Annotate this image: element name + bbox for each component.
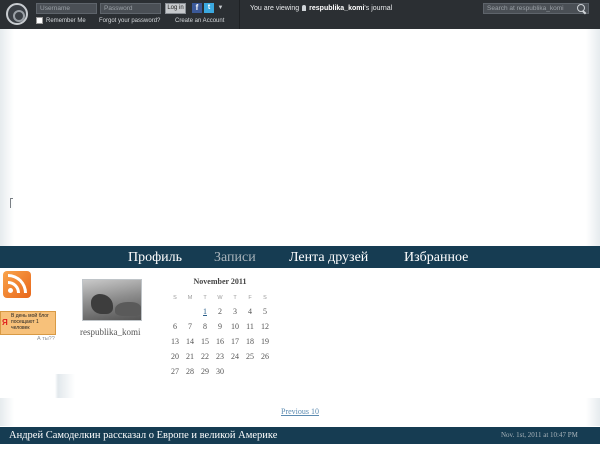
calendar-day: 20 bbox=[171, 352, 179, 361]
journal-nav: Профиль Записи Лента друзей Избранное bbox=[0, 246, 600, 268]
calendar-day: 16 bbox=[216, 337, 224, 346]
calendar-day: 22 bbox=[201, 352, 209, 361]
yandex-counter-widget[interactable]: Я В день мой блог посещают 1 человек bbox=[0, 311, 56, 335]
facebook-icon[interactable]: f bbox=[192, 3, 202, 13]
create-account-link[interactable]: Create an Account bbox=[175, 17, 224, 25]
calendar-title: November 2011 bbox=[193, 277, 247, 286]
profile-username[interactable]: respublika_komi bbox=[80, 327, 141, 338]
remember-me-label: Remember Me bbox=[46, 18, 86, 24]
nav-profile[interactable]: Профиль bbox=[128, 249, 182, 266]
calendar-day: 26 bbox=[261, 352, 269, 361]
calendar-day: 21 bbox=[186, 352, 194, 361]
top-bar: Username Password Log in f t ▼ Remember … bbox=[0, 0, 600, 29]
calendar-day: 17 bbox=[231, 337, 239, 346]
previous-10-link[interactable]: Previous 10 bbox=[281, 407, 319, 417]
calendar-day: 27 bbox=[171, 367, 179, 376]
weekday-label: F bbox=[248, 295, 252, 301]
calendar-day: 7 bbox=[188, 322, 192, 331]
calendar-week: 6 7 8 9 10 11 12 bbox=[168, 322, 272, 332]
calendar-day-link[interactable]: 1 bbox=[198, 307, 212, 317]
search-input[interactable]: Search at respublika_komi bbox=[483, 3, 589, 14]
weekday-label: T bbox=[233, 295, 237, 301]
calendar-day: 4 bbox=[248, 307, 252, 316]
remember-me-checkbox[interactable] bbox=[36, 17, 43, 24]
viewing-user-link[interactable]: respublika_komi bbox=[309, 5, 364, 12]
calendar-day: 24 bbox=[231, 352, 239, 361]
user-icon bbox=[302, 5, 307, 11]
search-icon[interactable] bbox=[577, 4, 585, 12]
header-corner-mark bbox=[10, 198, 13, 208]
calendar-day: 12 bbox=[261, 322, 269, 331]
calendar-day: 30 bbox=[216, 367, 224, 376]
calendar-day: 3 bbox=[233, 307, 237, 316]
calendar-day: 14 bbox=[186, 337, 194, 346]
calendar-day: 19 bbox=[261, 337, 269, 346]
nav-favorites[interactable]: Избранное bbox=[404, 249, 468, 266]
nav-friends-feed[interactable]: Лента друзей bbox=[289, 249, 368, 266]
weekday-label: T bbox=[203, 295, 207, 301]
yandex-counter-text: В день мой блог посещают 1 человек bbox=[11, 313, 49, 331]
journal-header bbox=[0, 29, 600, 246]
password-input[interactable]: Password bbox=[100, 3, 161, 14]
calendar-weekdays: S M T W T F S bbox=[168, 293, 272, 303]
calendar-week: 12 3 4 5 bbox=[168, 307, 272, 317]
userpic[interactable] bbox=[82, 279, 142, 321]
weekday-label: W bbox=[217, 295, 223, 301]
nav-entries[interactable]: Записи bbox=[214, 249, 256, 266]
calendar-day: 8 bbox=[203, 322, 207, 331]
calendar-day: 5 bbox=[263, 307, 267, 316]
calendar-day: 29 bbox=[201, 367, 209, 376]
calendar-day: 23 bbox=[216, 352, 224, 361]
calendar-day: 11 bbox=[246, 322, 254, 331]
calendar-day: 6 bbox=[173, 322, 177, 331]
calendar-day: 18 bbox=[246, 337, 254, 346]
chevron-down-icon[interactable]: ▼ bbox=[216, 3, 225, 13]
calendar-day: 9 bbox=[218, 322, 222, 331]
calendar-week: 13 14 15 16 17 18 19 bbox=[168, 337, 272, 347]
calendar-day: 10 bbox=[231, 322, 239, 331]
calendar-week: 20 21 22 23 24 25 26 bbox=[168, 352, 272, 362]
calendar-day: 2 bbox=[218, 307, 222, 316]
weekday-label: M bbox=[187, 295, 193, 301]
login-button[interactable]: Log in bbox=[165, 3, 186, 14]
calendar-week: 27 28 29 30 bbox=[168, 367, 272, 377]
weekday-label: S bbox=[173, 295, 177, 301]
weekday-label: S bbox=[263, 295, 267, 301]
yandex-counter-link[interactable]: А ты?? bbox=[37, 336, 55, 343]
entry-body-top bbox=[0, 444, 600, 450]
viewing-prefix: You are viewing bbox=[250, 5, 300, 12]
calendar-day: 25 bbox=[246, 352, 254, 361]
entry-date: Nov. 1st, 2011 at 10:47 PM bbox=[501, 431, 578, 439]
entry-title[interactable]: Андрей Самоделкин рассказал о Европе и в… bbox=[9, 430, 277, 442]
yandex-icon: Я bbox=[2, 318, 8, 327]
forgot-password-link[interactable]: Forgot your password? bbox=[99, 17, 160, 25]
viewing-suffix: 's journal bbox=[364, 5, 393, 12]
livejournal-logo-icon[interactable] bbox=[6, 3, 28, 25]
calendar-day: 15 bbox=[201, 337, 209, 346]
viewing-notice: You are viewing respublika_komi's journal bbox=[250, 4, 392, 13]
calendar-day: 13 bbox=[171, 337, 179, 346]
sidebar-divider bbox=[0, 374, 75, 398]
rss-icon[interactable] bbox=[3, 271, 31, 298]
calendar-day: 28 bbox=[186, 367, 194, 376]
username-input[interactable]: Username bbox=[36, 3, 97, 14]
twitter-icon[interactable]: t bbox=[204, 3, 214, 13]
